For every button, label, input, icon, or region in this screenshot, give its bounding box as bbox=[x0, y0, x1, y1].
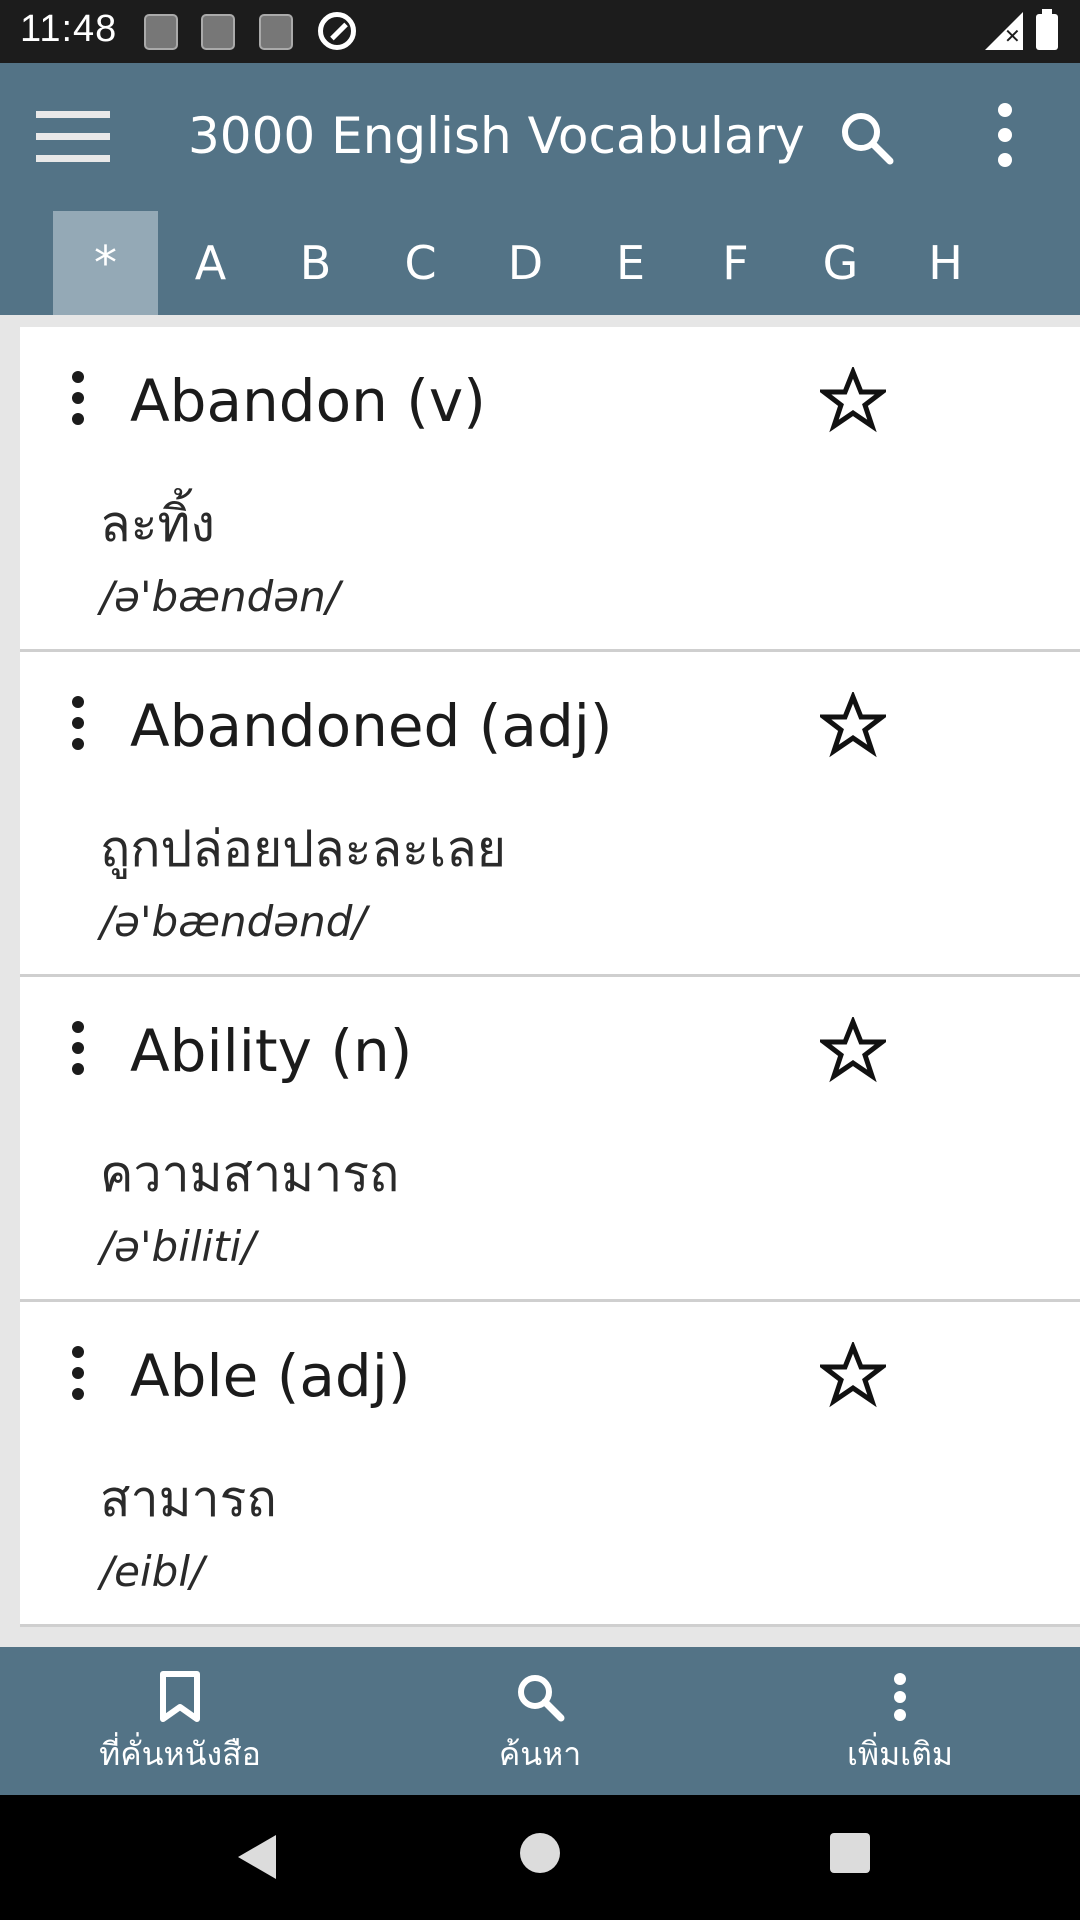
notification-app-icon bbox=[201, 14, 235, 50]
tab-h[interactable]: H bbox=[893, 211, 998, 315]
tab-f[interactable]: F bbox=[683, 211, 788, 315]
tab-d[interactable]: D bbox=[473, 211, 578, 315]
word-title: Able (adj) bbox=[130, 1342, 411, 1410]
tab-a[interactable]: A bbox=[158, 211, 263, 315]
recent-apps-icon[interactable] bbox=[830, 1833, 870, 1873]
more-vert-icon bbox=[894, 1673, 906, 1721]
battery-icon bbox=[1036, 9, 1058, 50]
bookmarks-tab[interactable]: ที่คั่นหนังสือ bbox=[60, 1647, 300, 1795]
word-phonetic: /eibl/ bbox=[100, 1547, 205, 1596]
word-meaning: ถูกปล่อยปละละเลย bbox=[100, 820, 507, 878]
no-signal-icon: ✕ bbox=[1004, 24, 1021, 48]
word-title: Ability (n) bbox=[130, 1017, 413, 1085]
item-menu-icon[interactable] bbox=[68, 696, 88, 756]
star-icon[interactable] bbox=[820, 692, 886, 758]
app-bar: 3000 English Vocabulary bbox=[0, 63, 1080, 211]
word-phonetic: /ə'biliti/ bbox=[100, 1222, 256, 1271]
sync-icon bbox=[318, 12, 356, 50]
status-time: 11:48 bbox=[20, 8, 118, 50]
tab-b[interactable]: B bbox=[263, 211, 368, 315]
item-menu-icon[interactable] bbox=[68, 371, 88, 431]
word-phonetic: /ə'bændən/ bbox=[100, 572, 340, 621]
search-icon bbox=[518, 1675, 565, 1722]
app-title: 3000 English Vocabulary bbox=[188, 107, 805, 165]
word-list: Abandon (v) ละทิ้ง/ə'bændən/Abandoned (ad… bbox=[20, 327, 1080, 1627]
tab-c[interactable]: C bbox=[368, 211, 473, 315]
tab-e[interactable]: E bbox=[578, 211, 683, 315]
more-options-icon[interactable] bbox=[990, 103, 1020, 173]
search-label: ค้นหา bbox=[498, 1735, 582, 1773]
word-title: Abandon (v) bbox=[130, 367, 486, 435]
bookmark-icon bbox=[160, 1671, 200, 1722]
search-icon[interactable] bbox=[838, 109, 898, 169]
notification-app-icon bbox=[259, 14, 293, 50]
word-phonetic: /ə'bændənd/ bbox=[100, 897, 367, 946]
menu-icon[interactable] bbox=[36, 111, 110, 163]
item-menu-icon[interactable] bbox=[68, 1021, 88, 1081]
list-item[interactable]: Abandoned (adj) ถูกปล่อยปละละเลย/ə'bændən… bbox=[20, 652, 1080, 977]
letter-tabs: * A B C D E F G H bbox=[0, 211, 1080, 315]
word-meaning: ความสามารถ bbox=[100, 1145, 400, 1203]
word-meaning: ละทิ้ง bbox=[100, 495, 215, 553]
more-tab[interactable]: เพิ่มเติม bbox=[780, 1647, 1020, 1795]
back-icon[interactable] bbox=[238, 1835, 276, 1879]
star-icon[interactable] bbox=[820, 1342, 886, 1408]
tab-g[interactable]: G bbox=[788, 211, 893, 315]
list-item[interactable]: Ability (n) ความสามารถ/ə'biliti/ bbox=[20, 977, 1080, 1302]
star-icon[interactable] bbox=[820, 367, 886, 433]
system-nav-bar bbox=[0, 1795, 1080, 1920]
more-label: เพิ่มเติม bbox=[847, 1735, 953, 1773]
bookmarks-label: ที่คั่นหนังสือ bbox=[99, 1735, 261, 1773]
item-menu-icon[interactable] bbox=[68, 1346, 88, 1406]
list-item[interactable]: Able (adj) สามารถ/eibl/ bbox=[20, 1302, 1080, 1627]
notification-app-icon bbox=[144, 14, 178, 50]
star-icon[interactable] bbox=[820, 1017, 886, 1083]
list-item[interactable]: Abandon (v) ละทิ้ง/ə'bændən/ bbox=[20, 327, 1080, 652]
word-meaning: สามารถ bbox=[100, 1470, 277, 1528]
home-icon[interactable] bbox=[520, 1833, 560, 1873]
tab-all[interactable]: * bbox=[53, 211, 158, 315]
search-tab[interactable]: ค้นหา bbox=[420, 1647, 660, 1795]
bottom-nav: ที่คั่นหนังสือ ค้นหา เพิ่มเติม bbox=[0, 1647, 1080, 1795]
status-bar: 11:48 ✕ bbox=[0, 0, 1080, 63]
word-title: Abandoned (adj) bbox=[130, 692, 613, 760]
